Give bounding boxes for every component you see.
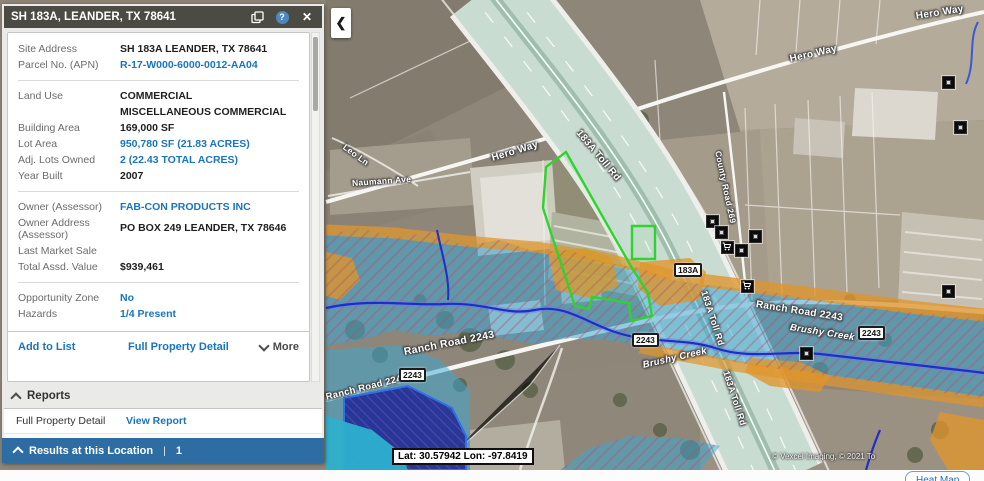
map-marker-icon[interactable]: [942, 76, 955, 89]
highway-shield: 2243: [632, 333, 659, 347]
field-land-use-line2: MISCELLANEOUS COMMERCIAL: [8, 104, 309, 120]
map-marker-icon[interactable]: [800, 347, 813, 360]
panel-header: SH 183A, LEANDER, TX 78641 ? ✕: [4, 6, 322, 28]
divider: [18, 80, 299, 81]
view-report-link[interactable]: View Report: [126, 415, 187, 427]
highway-shield: 2243: [858, 326, 885, 340]
highway-shield: 183A: [674, 263, 702, 277]
field-site-address: Site Address SH 183A LEANDER, TX 78641: [8, 41, 309, 57]
adj-lots-link[interactable]: 2 (22.43 TOTAL ACRES): [120, 154, 299, 166]
highway-shield: 2243: [399, 368, 426, 382]
chevron-down-icon: [258, 340, 269, 351]
field-land-use: Land Use COMMERCIAL: [8, 88, 309, 104]
lot-area-link[interactable]: 950,780 SF (21.83 ACRES): [120, 138, 299, 150]
results-bar[interactable]: Results at this Location | 1: [2, 438, 324, 463]
collapse-chevron-icon: ❮: [336, 15, 347, 31]
field-owner-address: Owner Address (Assessor) PO BOX 249 LEAN…: [8, 215, 309, 243]
field-opportunity-zone: Opportunity Zone No: [8, 290, 309, 306]
map-copyright: © Vexcel Imaging, © 2021 To: [772, 452, 875, 461]
map-marker-icon[interactable]: [715, 226, 728, 239]
map-marker-icon[interactable]: [749, 230, 762, 243]
property-info-panel: SH 183A, LEANDER, TX 78641 ? ✕ Site Addr…: [2, 4, 324, 463]
bottom-toolbar: [0, 470, 984, 481]
panel-title: SH 183A, LEANDER, TX 78641: [11, 11, 240, 23]
field-lot-area: Lot Area 950,780 SF (21.83 ACRES): [8, 136, 309, 152]
results-count: 1: [176, 445, 182, 457]
retail-map-marker-icon[interactable]: [721, 241, 734, 254]
divider: [18, 191, 299, 192]
copy-location-icon[interactable]: [249, 9, 265, 25]
scrollbar-thumb[interactable]: [313, 37, 318, 111]
field-owner: Owner (Assessor) FAB-CON PRODUCTS INC: [8, 199, 309, 215]
field-hazards: Hazards 1/4 Present: [8, 306, 309, 322]
collapse-panel-button[interactable]: ❮: [331, 8, 351, 38]
map-marker-icon[interactable]: [735, 244, 748, 257]
chevron-up-icon: [10, 392, 21, 403]
close-icon[interactable]: ✕: [299, 9, 315, 25]
more-link[interactable]: More: [260, 341, 299, 353]
owner-link[interactable]: FAB-CON PRODUCTS INC: [120, 201, 299, 213]
field-total-assd-value: Total Assd. Value $939,461: [8, 259, 309, 275]
field-adj-lots-owned: Adj. Lots Owned 2 (22.43 TOTAL ACRES): [8, 152, 309, 168]
panel-scrollbar[interactable]: [311, 32, 320, 382]
field-year-built: Year Built 2007: [8, 168, 309, 184]
card-footer: Add to List Full Property Detail More: [8, 331, 309, 353]
retail-map-marker-icon[interactable]: [741, 280, 754, 293]
hazards-link[interactable]: 1/4 Present: [120, 308, 299, 320]
reports-table: Full Property Detail View Report: [4, 408, 322, 440]
map-marker-icon[interactable]: [954, 121, 967, 134]
heat-map-button[interactable]: Heat Map: [905, 471, 970, 481]
chevron-up-icon: [12, 446, 23, 457]
cursor-coordinates: Lat: 30.57942 Lon: -97.8419: [392, 448, 534, 465]
reports-section-header[interactable]: Reports: [12, 390, 70, 402]
map-marker-icon[interactable]: [942, 285, 955, 298]
add-to-list-link[interactable]: Add to List: [18, 341, 128, 353]
field-building-area: Building Area 169,000 SF: [8, 120, 309, 136]
app-window: Leo LnNaumann AveHero Way183A Toll RdHer…: [0, 0, 984, 481]
field-last-market-sale: Last Market Sale: [8, 243, 309, 259]
help-icon[interactable]: ?: [274, 9, 290, 25]
opportunity-zone-link[interactable]: No: [120, 292, 299, 304]
parcel-apn-link[interactable]: R-17-W000-6000-0012-AA04: [120, 59, 299, 71]
field-parcel-apn: Parcel No. (APN) R-17-W000-6000-0012-AA0…: [8, 57, 309, 73]
full-property-detail-link[interactable]: Full Property Detail: [128, 341, 229, 353]
divider: [18, 282, 299, 283]
property-summary-card: Site Address SH 183A LEANDER, TX 78641 P…: [7, 32, 310, 382]
report-row: Full Property Detail View Report: [4, 409, 322, 434]
